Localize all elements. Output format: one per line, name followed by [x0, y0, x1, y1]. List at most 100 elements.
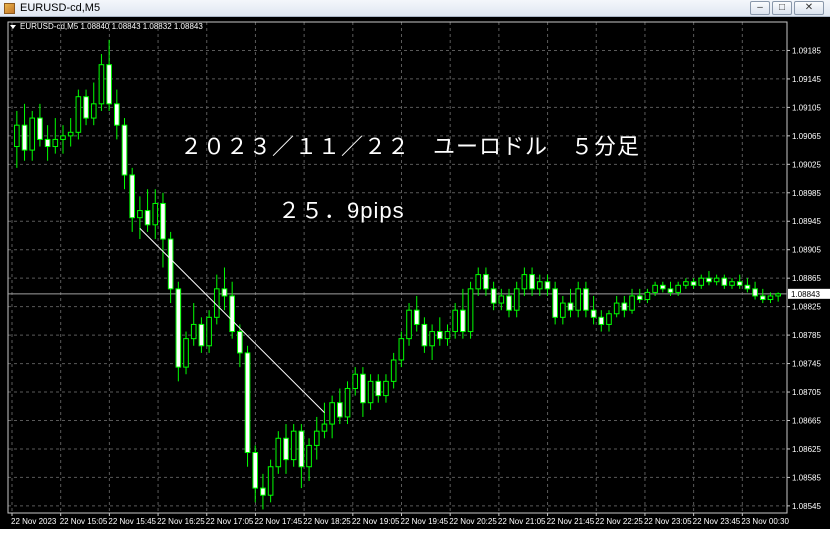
current-price-label: 1.08843	[791, 290, 820, 299]
candle-bull	[652, 284, 658, 293]
candle-bear	[221, 288, 228, 297]
price-tick-label: 1.08825	[792, 303, 821, 312]
candle-bull	[775, 293, 781, 297]
time-tick-label: 22 Nov 16:25	[157, 517, 205, 526]
candle-bear	[706, 277, 712, 283]
candle-bear	[721, 277, 728, 286]
current-price-badge: 1.08843	[788, 288, 830, 299]
candle-bull	[275, 437, 282, 468]
candle-bear	[83, 96, 89, 119]
price-tick-label: 1.08865	[792, 274, 821, 283]
candle-bull	[629, 295, 635, 311]
candle-bear	[283, 437, 289, 461]
symbol-info-label: EURUSD-cd,M5 1.08840 1.08843 1.08832 1.0…	[20, 22, 203, 31]
time-tick-label: 22 Nov 2023	[11, 517, 57, 526]
candle-bull	[406, 309, 412, 340]
candle-bear	[167, 238, 174, 290]
candle-bear	[583, 288, 589, 311]
candle-bull	[513, 288, 520, 311]
candle-bull	[713, 277, 720, 283]
candle-bull	[444, 331, 451, 340]
price-tick-label: 1.08985	[792, 189, 821, 198]
candle-bull	[352, 373, 359, 389]
candle-bear	[490, 288, 497, 304]
candle-bear	[736, 281, 743, 286]
price-tick-label: 1.09185	[792, 46, 821, 55]
candle-bull	[190, 323, 197, 340]
candle-bull	[29, 117, 36, 151]
price-tick-label: 1.08545	[792, 502, 821, 511]
candle-bull	[467, 288, 474, 333]
candle-bear	[375, 380, 382, 397]
time-tick-label: 22 Nov 19:05	[352, 517, 400, 526]
time-tick-label: 22 Nov 23:45	[693, 517, 741, 526]
price-tick-label: 1.08665	[792, 416, 821, 425]
candle-bear	[44, 138, 51, 148]
candle-bull	[329, 402, 335, 425]
candle-bull	[52, 138, 59, 148]
candle-bull	[290, 430, 297, 461]
price-tick-label: 1.09105	[792, 103, 821, 112]
price-tick-label: 1.08785	[792, 331, 821, 340]
candle-bull	[75, 96, 82, 133]
candle-bear	[160, 202, 166, 240]
chart-area[interactable]: 1.09185 1.09145 1.09105 1.09065 1.09025 1.089…	[0, 17, 830, 529]
candle-bear	[114, 103, 120, 126]
candle-bull	[321, 423, 328, 432]
candle-bull	[344, 387, 351, 418]
annotation-pips: ２５．9pips	[278, 198, 405, 223]
candle-bull	[675, 284, 681, 293]
price-tick-label: 1.08945	[792, 217, 821, 226]
time-tick-label: 22 Nov 20:25	[449, 517, 497, 526]
candle-bear	[590, 309, 597, 318]
candle-bull	[98, 64, 105, 105]
candle-bull	[152, 202, 159, 226]
time-tick-label: 22 Nov 21:05	[498, 517, 546, 526]
candle-bull	[367, 380, 374, 404]
candle-bear	[421, 323, 428, 347]
price-tick-label: 1.08905	[792, 246, 821, 255]
candle-bear	[260, 487, 266, 496]
candle-bull	[683, 281, 689, 286]
time-tick-label: 22 Nov 17:45	[254, 517, 302, 526]
candle-bull	[383, 380, 389, 397]
candle-bull	[267, 466, 274, 496]
annotation-title: ２０２３／１１／２２ ユーロドル ５分足	[180, 134, 640, 159]
candle-bear	[544, 281, 551, 290]
maximize-button[interactable]: □	[772, 1, 792, 15]
close-button[interactable]: ✕	[794, 1, 824, 15]
candle-bear	[175, 288, 182, 368]
candle-bull	[67, 131, 74, 137]
window-title: EURUSD-cd,M5	[20, 2, 101, 14]
price-chart[interactable]: 1.09185 1.09145 1.09105 1.09065 1.09025 1.089…	[0, 17, 830, 529]
candle-bull	[560, 302, 566, 318]
candle-bear	[506, 295, 512, 311]
candle-bull	[137, 210, 143, 219]
candle-bear	[667, 288, 674, 293]
candle-bear	[121, 124, 128, 176]
candle-bear	[636, 295, 643, 301]
candle-bull	[398, 338, 405, 361]
candle-bear	[759, 295, 766, 301]
chart-background	[0, 17, 830, 529]
time-tick-label: 22 Nov 15:45	[108, 517, 156, 526]
time-tick-label: 22 Nov 22:25	[595, 517, 643, 526]
price-tick-label: 1.09025	[792, 160, 821, 169]
candle-bear	[552, 288, 558, 318]
candle-bear	[129, 174, 136, 219]
candle-bull	[390, 359, 397, 382]
candle-bear	[598, 316, 605, 325]
price-tick-label: 1.08705	[792, 388, 821, 397]
candle-bull	[644, 291, 651, 301]
time-tick-label: 22 Nov 15:05	[60, 517, 108, 526]
candle-bull	[767, 295, 774, 301]
candle-bear	[37, 117, 43, 140]
candle-bull	[60, 135, 66, 140]
chart-window-icon	[4, 3, 15, 14]
minimize-button[interactable]: –	[750, 1, 770, 15]
candle-bull	[729, 281, 735, 286]
candle-bear	[690, 281, 697, 286]
candle-bear	[360, 373, 366, 404]
candle-bear	[529, 274, 535, 290]
candle-bull	[613, 302, 620, 315]
